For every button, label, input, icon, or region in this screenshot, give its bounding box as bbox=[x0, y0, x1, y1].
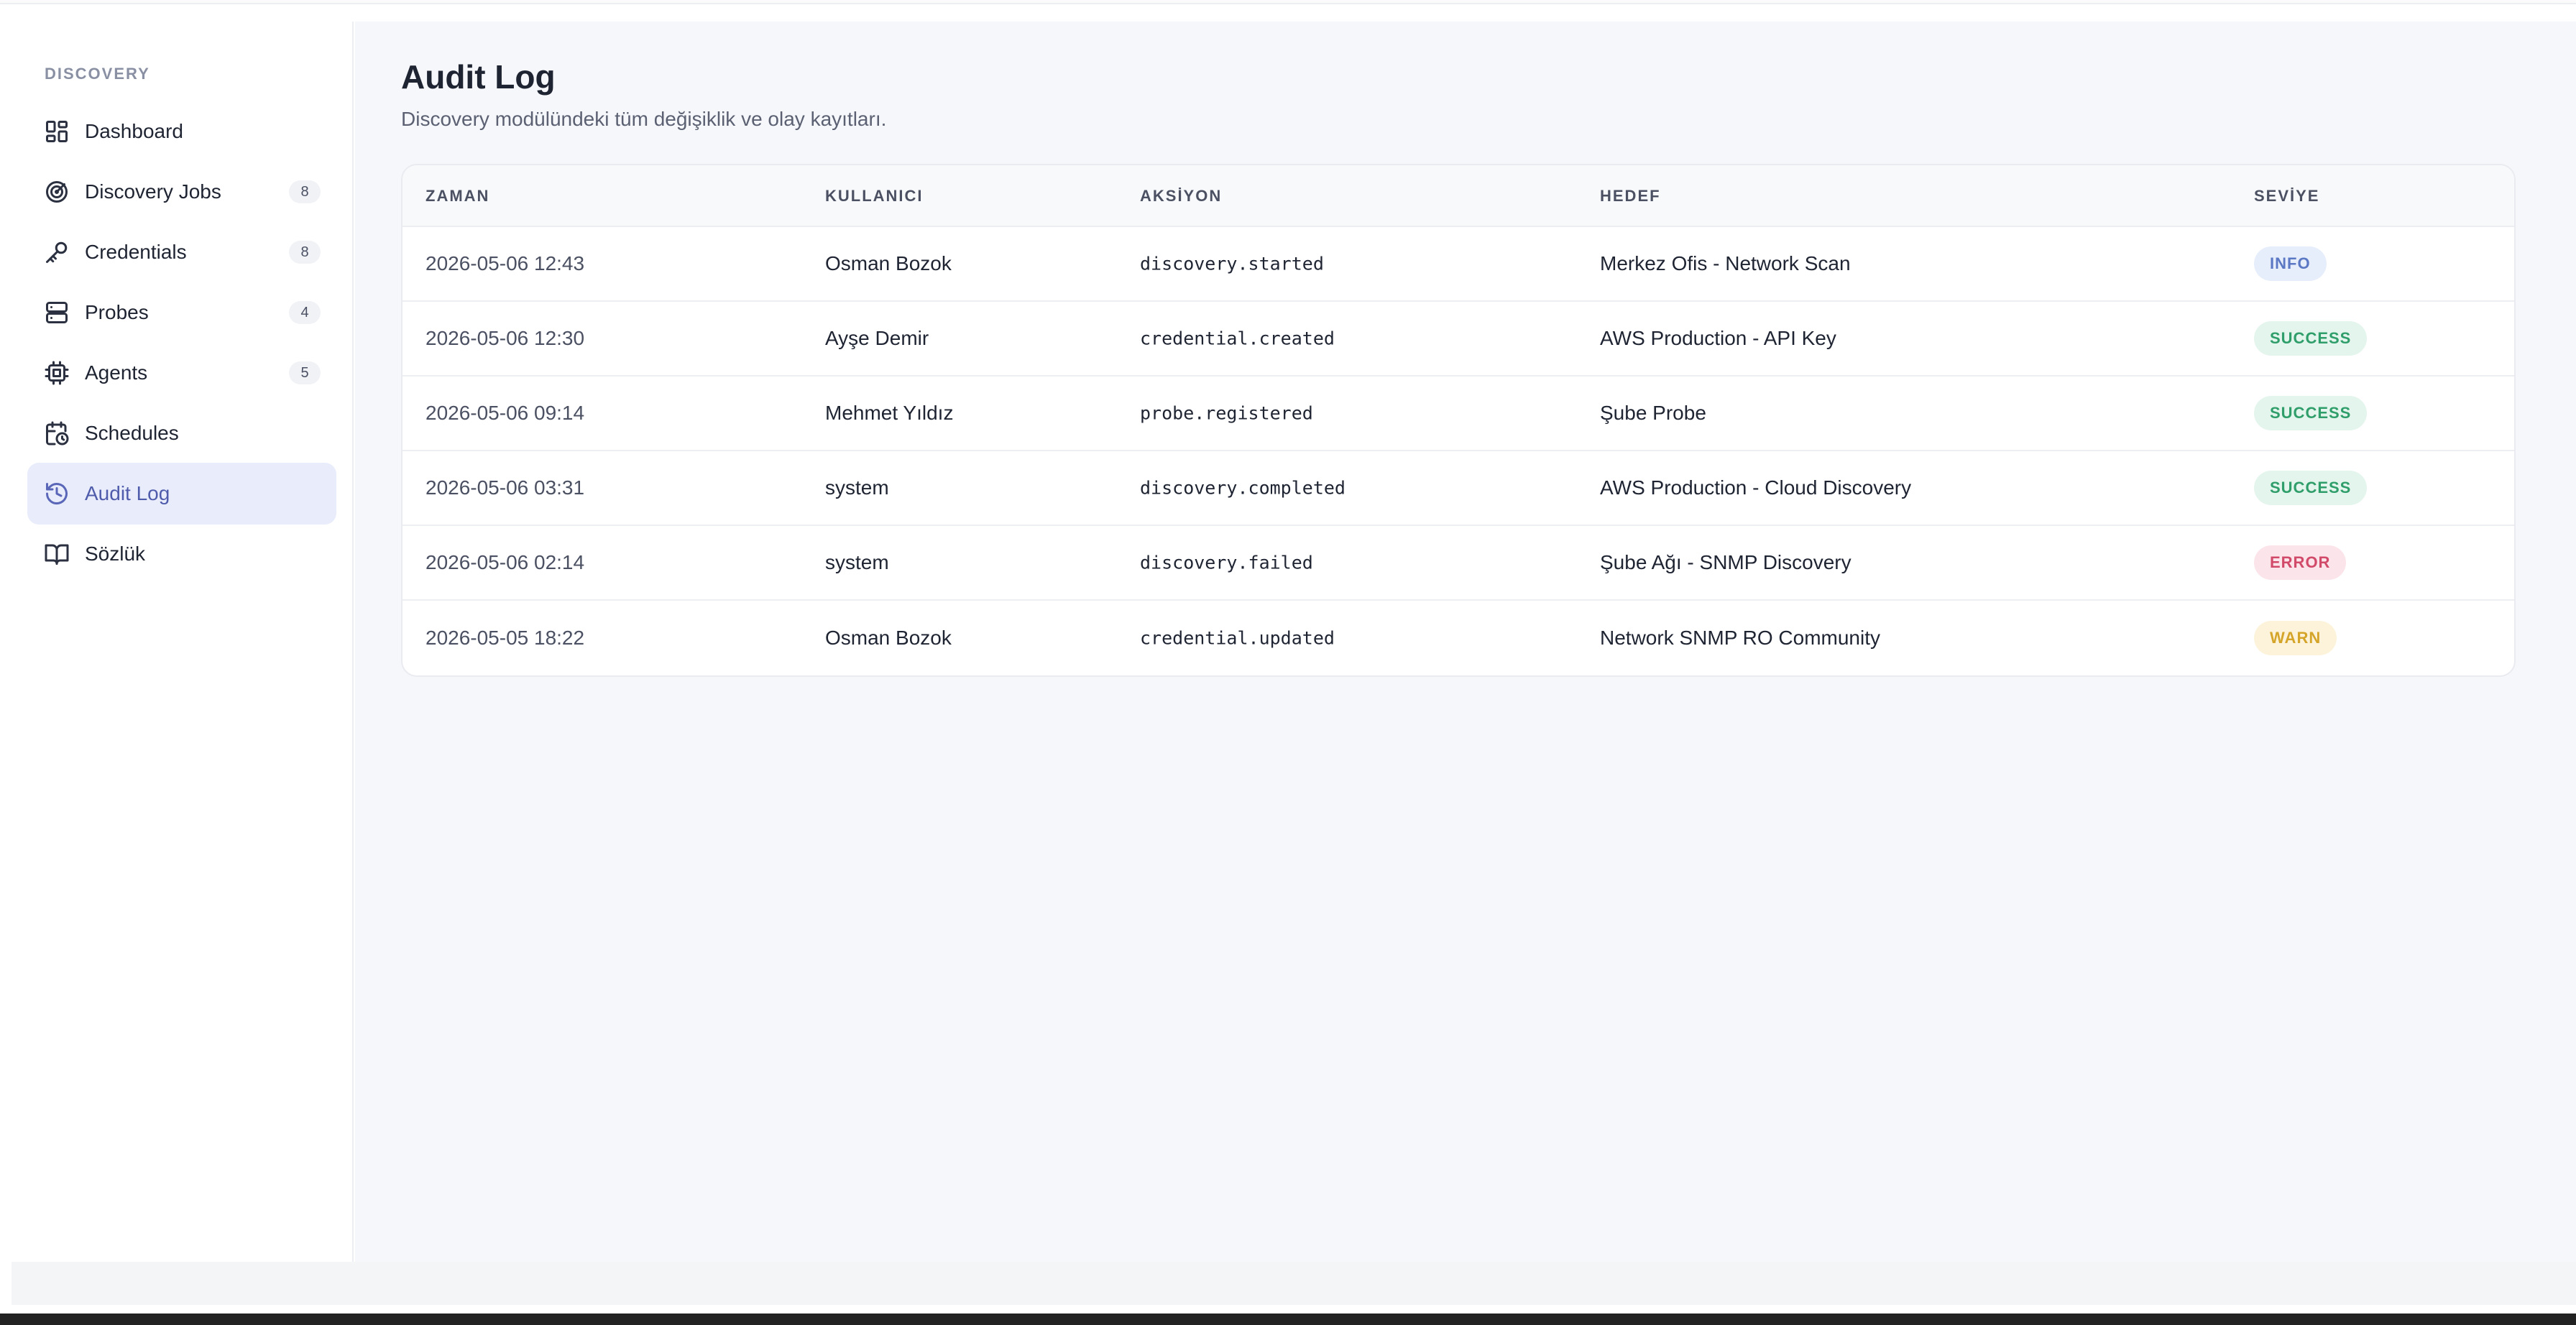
book-icon bbox=[43, 540, 70, 568]
column-header-target[interactable]: HEDEF bbox=[1600, 187, 1661, 206]
action-cell: probe.registered bbox=[1140, 402, 1313, 424]
radar-icon bbox=[43, 178, 70, 206]
sidebar-item-label: Credentials bbox=[85, 241, 187, 263]
sidebar-item-dashboard[interactable]: Dashboard bbox=[27, 101, 336, 162]
level-badge: INFO bbox=[2254, 246, 2327, 281]
time-cell: 2026-05-06 03:31 bbox=[426, 476, 585, 499]
sidebar-item-audit-log[interactable]: Audit Log bbox=[27, 463, 336, 525]
count-badge: 4 bbox=[289, 301, 321, 324]
table-row[interactable]: 2026-05-06 02:14 system discovery.failed… bbox=[402, 526, 2514, 601]
table-header: ZAMAN KULLANICI AKSİYON HEDEF SEVİYE bbox=[402, 165, 2514, 227]
action-cell: credential.updated bbox=[1140, 627, 1335, 649]
target-cell: Şube Ağı - SNMP Discovery bbox=[1600, 551, 1852, 573]
time-cell: 2026-05-06 12:30 bbox=[426, 327, 585, 349]
target-cell: Network SNMP RO Community bbox=[1600, 627, 1881, 649]
cpu-icon bbox=[43, 359, 70, 387]
server-icon bbox=[43, 299, 70, 326]
page-subtitle: Discovery modülündeki tüm değişiklik ve … bbox=[401, 108, 887, 130]
column-header-action[interactable]: AKSİYON bbox=[1140, 187, 1222, 206]
action-cell: discovery.started bbox=[1140, 253, 1324, 274]
target-cell: AWS Production - API Key bbox=[1600, 327, 1836, 349]
column-header-time[interactable]: ZAMAN bbox=[426, 187, 489, 206]
calendar-clock-icon bbox=[43, 420, 70, 447]
sidebar-item-agents[interactable]: Agents 5 bbox=[27, 342, 336, 404]
time-cell: 2026-05-06 12:43 bbox=[426, 252, 585, 274]
action-cell: credential.created bbox=[1140, 328, 1335, 349]
table-row[interactable]: 2026-05-05 18:22 Osman Bozok credential.… bbox=[402, 601, 2514, 675]
sidebar-item-probes[interactable]: Probes 4 bbox=[27, 282, 336, 343]
sidebar-item-label: Dashboard bbox=[85, 120, 183, 142]
level-badge: ERROR bbox=[2254, 545, 2347, 580]
main-content: Audit Log Discovery modülündeki tüm deği… bbox=[355, 22, 2576, 1262]
table-row[interactable]: 2026-05-06 09:14 Mehmet Yıldız probe.reg… bbox=[402, 377, 2514, 451]
sidebar-item-label: Sözlük bbox=[85, 543, 146, 565]
level-badge: SUCCESS bbox=[2254, 396, 2368, 430]
time-cell: 2026-05-06 09:14 bbox=[426, 402, 585, 424]
sidebar-section-title: DISCOVERY bbox=[45, 65, 150, 83]
level-badge: WARN bbox=[2254, 621, 2337, 655]
sidebar-item-discovery-jobs[interactable]: Discovery Jobs 8 bbox=[27, 161, 336, 223]
sidebar-item-label: Discovery Jobs bbox=[85, 180, 221, 203]
time-cell: 2026-05-05 18:22 bbox=[426, 627, 585, 649]
sidebar-item-credentials[interactable]: Credentials 8 bbox=[27, 221, 336, 283]
column-header-level[interactable]: SEVİYE bbox=[2254, 187, 2319, 206]
table-row[interactable]: 2026-05-06 03:31 system discovery.comple… bbox=[402, 451, 2514, 526]
user-cell: Osman Bozok bbox=[825, 252, 952, 274]
user-cell: system bbox=[825, 551, 889, 573]
key-icon bbox=[43, 239, 70, 266]
sidebar-item-label: Audit Log bbox=[85, 482, 170, 504]
target-cell: AWS Production - Cloud Discovery bbox=[1600, 476, 1912, 499]
time-cell: 2026-05-06 02:14 bbox=[426, 551, 585, 573]
window-bottom-edge bbox=[0, 1314, 2576, 1325]
sidebar-item-label: Probes bbox=[85, 301, 149, 323]
level-badge: SUCCESS bbox=[2254, 471, 2368, 505]
table-row[interactable]: 2026-05-06 12:30 Ayşe Demir credential.c… bbox=[402, 302, 2514, 377]
sidebar-item-sozluk[interactable]: Sözlük bbox=[27, 523, 336, 585]
level-badge: SUCCESS bbox=[2254, 321, 2368, 356]
action-cell: discovery.failed bbox=[1140, 552, 1313, 573]
user-cell: Osman Bozok bbox=[825, 627, 952, 649]
dashboard-icon bbox=[43, 118, 70, 145]
sidebar-item-schedules[interactable]: Schedules bbox=[27, 402, 336, 464]
column-header-user[interactable]: KULLANICI bbox=[825, 187, 924, 206]
target-cell: Şube Probe bbox=[1600, 402, 1706, 424]
bottom-bar bbox=[12, 1262, 2576, 1305]
audit-log-table: ZAMAN KULLANICI AKSİYON HEDEF SEVİYE 202… bbox=[401, 164, 2516, 677]
user-cell: Ayşe Demir bbox=[825, 327, 929, 349]
action-cell: discovery.completed bbox=[1140, 477, 1346, 499]
history-icon bbox=[43, 480, 70, 507]
table-row[interactable]: 2026-05-06 12:43 Osman Bozok discovery.s… bbox=[402, 227, 2514, 302]
target-cell: Merkez Ofis - Network Scan bbox=[1600, 252, 1851, 274]
page-title: Audit Log bbox=[401, 58, 556, 96]
window-top-edge bbox=[0, 0, 2576, 4]
sidebar: DISCOVERY Dashboard Discovery Jobs 8 Cre… bbox=[0, 22, 354, 1262]
count-badge: 5 bbox=[289, 361, 321, 384]
count-badge: 8 bbox=[289, 241, 321, 264]
sidebar-item-label: Schedules bbox=[85, 422, 179, 444]
sidebar-item-label: Agents bbox=[85, 361, 148, 384]
count-badge: 8 bbox=[289, 180, 321, 203]
user-cell: Mehmet Yıldız bbox=[825, 402, 954, 424]
user-cell: system bbox=[825, 476, 889, 499]
